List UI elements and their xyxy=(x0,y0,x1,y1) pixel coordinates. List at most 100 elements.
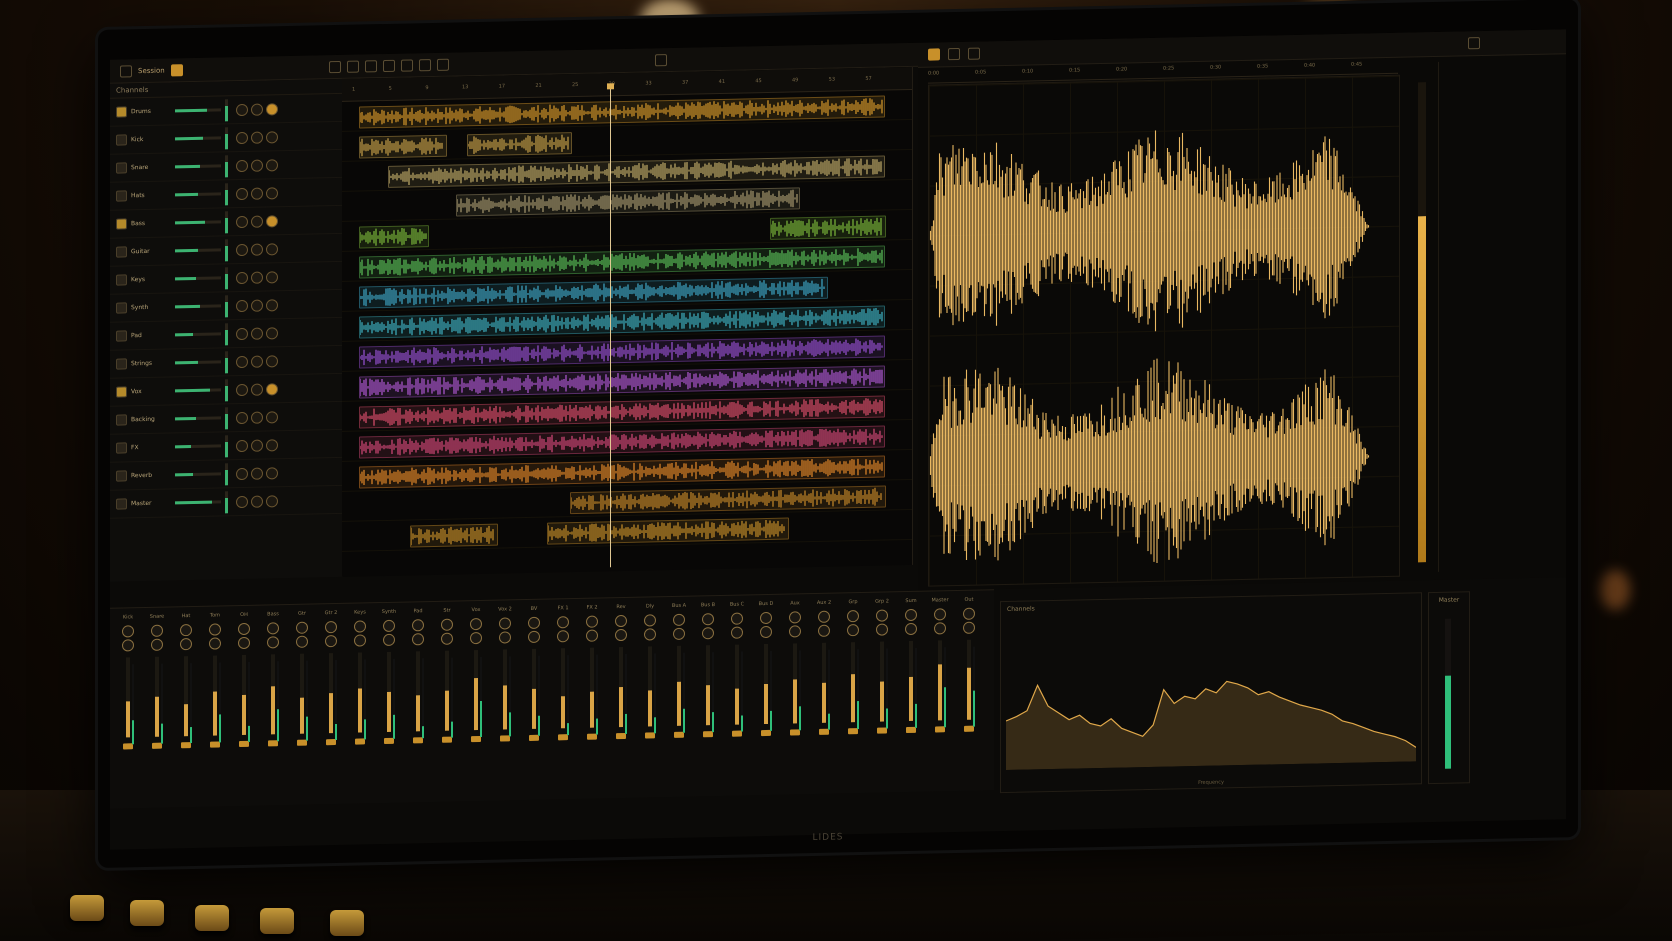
track-name[interactable]: Hats xyxy=(131,191,171,199)
solo-button[interactable] xyxy=(251,271,263,284)
pan-knob[interactable] xyxy=(441,618,453,631)
send-knob[interactable] xyxy=(238,636,250,650)
pan-knob[interactable] xyxy=(354,620,366,633)
track-volume-fader[interactable] xyxy=(175,500,221,505)
track-icon[interactable] xyxy=(116,134,127,146)
track-name[interactable]: Drums xyxy=(131,107,171,115)
track-icon[interactable] xyxy=(116,106,127,118)
send-knob[interactable] xyxy=(499,631,511,644)
track-volume-fader[interactable] xyxy=(175,332,221,337)
track-name[interactable]: Bass xyxy=(131,219,171,227)
mute-button[interactable] xyxy=(236,383,248,396)
channel-fader[interactable] xyxy=(590,647,594,728)
channel-fader[interactable] xyxy=(416,651,420,732)
mute-button[interactable] xyxy=(236,243,248,256)
mute-button[interactable] xyxy=(236,187,248,200)
solo-button[interactable] xyxy=(251,187,263,200)
pan-knob[interactable] xyxy=(731,612,743,625)
send-knob[interactable] xyxy=(760,625,772,639)
solo-button[interactable] xyxy=(251,383,263,396)
channel-fader[interactable] xyxy=(445,650,449,731)
pan-knob[interactable] xyxy=(209,623,221,636)
record-arm-button[interactable] xyxy=(266,494,278,507)
mute-button[interactable] xyxy=(236,439,248,452)
track-name[interactable]: Guitar xyxy=(131,247,171,255)
solo-button[interactable] xyxy=(251,243,263,256)
track-icon[interactable] xyxy=(116,246,127,258)
pan-knob[interactable] xyxy=(325,620,337,634)
solo-button[interactable] xyxy=(251,327,263,340)
send-knob[interactable] xyxy=(673,627,685,640)
snap-icon[interactable] xyxy=(400,58,413,72)
channel-fader[interactable] xyxy=(793,643,797,724)
playhead[interactable] xyxy=(609,87,611,568)
track-volume-fader[interactable] xyxy=(175,136,221,141)
track-volume-fader[interactable] xyxy=(175,388,221,393)
channel-fader[interactable] xyxy=(184,656,188,737)
audio-clip[interactable] xyxy=(410,523,498,548)
play-icon[interactable] xyxy=(328,60,341,73)
record-arm-button[interactable] xyxy=(266,102,278,115)
track-icon[interactable] xyxy=(116,302,127,314)
pan-knob[interactable] xyxy=(847,610,859,623)
cut-icon[interactable] xyxy=(418,58,431,71)
mute-button[interactable] xyxy=(236,327,248,340)
channel-fader[interactable] xyxy=(561,648,565,729)
send-knob[interactable] xyxy=(644,628,656,641)
track-name[interactable]: Keys xyxy=(131,275,171,283)
stereo-waveform[interactable] xyxy=(928,74,1400,587)
track-volume-fader[interactable] xyxy=(175,360,221,365)
home-icon[interactable] xyxy=(120,64,132,78)
track-icon[interactable] xyxy=(116,190,127,202)
mute-button[interactable] xyxy=(236,411,248,424)
record-arm-button[interactable] xyxy=(266,186,278,199)
pan-knob[interactable] xyxy=(267,622,279,635)
track-name[interactable]: Backing xyxy=(131,415,171,423)
audio-clip[interactable] xyxy=(547,517,789,545)
record-arm-button[interactable] xyxy=(266,158,278,171)
channel-fader[interactable] xyxy=(851,642,855,723)
pan-knob[interactable] xyxy=(499,617,511,630)
solo-button[interactable] xyxy=(251,495,263,508)
send-knob[interactable] xyxy=(818,624,830,637)
pan-knob[interactable] xyxy=(644,614,656,627)
track-icon[interactable] xyxy=(116,442,127,454)
record-arm-button[interactable] xyxy=(266,354,278,367)
channel-fader[interactable] xyxy=(271,654,275,735)
track-name[interactable]: Kick xyxy=(131,135,171,143)
solo-button[interactable] xyxy=(251,159,263,172)
track-icon[interactable] xyxy=(116,162,127,174)
solo-button[interactable] xyxy=(251,467,263,480)
pan-knob[interactable] xyxy=(586,615,598,628)
channel-fader[interactable] xyxy=(474,650,478,731)
channel-fader[interactable] xyxy=(822,642,826,723)
track-name[interactable]: Master xyxy=(131,499,171,507)
channel-fader[interactable] xyxy=(503,649,507,730)
pan-knob[interactable] xyxy=(528,616,540,629)
audio-clip[interactable] xyxy=(570,485,886,515)
close-icon[interactable] xyxy=(1468,37,1480,50)
track-name[interactable]: Pad xyxy=(131,331,171,339)
track-volume-fader[interactable] xyxy=(175,416,221,421)
stop-icon[interactable] xyxy=(346,60,359,73)
solo-button[interactable] xyxy=(251,439,263,452)
channel-fader[interactable] xyxy=(909,640,913,722)
send-knob[interactable] xyxy=(470,631,482,645)
send-knob[interactable] xyxy=(847,624,859,637)
audio-clip[interactable] xyxy=(456,187,800,217)
audio-clip[interactable] xyxy=(359,134,447,159)
track-row[interactable]: Master xyxy=(110,485,342,519)
record-arm-button[interactable] xyxy=(266,382,278,395)
audio-clip[interactable] xyxy=(769,215,886,240)
channel-fader[interactable] xyxy=(387,651,391,732)
track-volume-fader[interactable] xyxy=(175,164,221,169)
track-volume-fader[interactable] xyxy=(175,220,221,225)
record-icon[interactable] xyxy=(170,63,183,76)
pan-knob[interactable] xyxy=(702,613,714,626)
send-knob[interactable] xyxy=(151,638,163,651)
pan-knob[interactable] xyxy=(934,608,946,621)
channel-fader[interactable] xyxy=(532,648,536,729)
channel-fader[interactable] xyxy=(155,656,159,737)
channel-fader[interactable] xyxy=(677,645,681,726)
pan-knob[interactable] xyxy=(470,617,482,631)
